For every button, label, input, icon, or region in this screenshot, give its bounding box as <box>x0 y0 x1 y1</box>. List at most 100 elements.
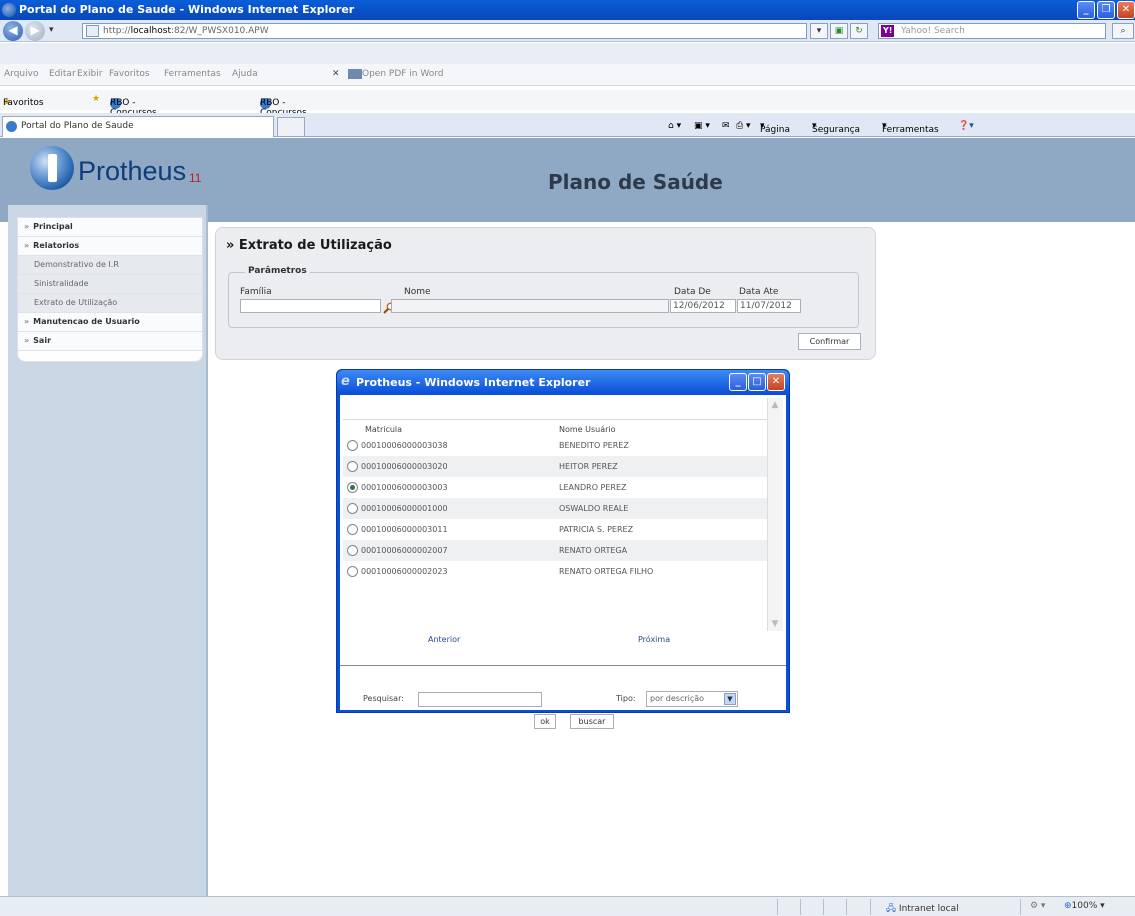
chevron-icon: » <box>24 222 30 231</box>
zoom-control[interactable]: ⊕100% ▾ <box>1064 901 1105 911</box>
close-button[interactable]: ✕ <box>1117 1 1135 19</box>
favorites-label: Favoritos <box>3 98 44 108</box>
search-icon[interactable]: ⌕ <box>1112 23 1134 39</box>
history-dropdown-icon[interactable]: ▾ <box>49 25 54 35</box>
sidebar-item-label: Sinistralidade <box>34 279 89 288</box>
forward-button[interactable]: ▶ <box>25 21 45 41</box>
sidebar-item-manutencao[interactable]: » Manutencao de Usuario <box>18 313 202 332</box>
zone-label: Intranet local <box>898 904 959 914</box>
data-ate-field[interactable]: 11/07/2012 <box>737 299 801 313</box>
data-ate-label: Data Ate <box>739 287 779 297</box>
sidebar-item-demonstrativo[interactable]: Demonstrativo de I.R <box>18 256 202 275</box>
feeds-icon[interactable]: ▣ ▾ <box>694 121 710 131</box>
radio-button[interactable] <box>347 566 358 577</box>
menu-exibir[interactable]: Exibir <box>77 69 102 79</box>
scrollbar[interactable]: ▲ ▼ <box>767 398 783 631</box>
next-page-link[interactable]: Próxima <box>638 635 670 644</box>
radio-button[interactable] <box>347 524 358 535</box>
menu-ajuda[interactable]: Ajuda <box>232 69 258 79</box>
help-icon[interactable]: ❓▾ <box>958 121 974 131</box>
cmd-ferramentas[interactable]: Ferramentas ▾ <box>882 121 939 135</box>
sidebar-item-sair[interactable]: » Sair <box>18 332 202 351</box>
radio-button[interactable] <box>347 545 358 556</box>
pesquisar-input[interactable] <box>418 692 542 707</box>
ie-icon: e <box>341 374 350 389</box>
buscar-button[interactable]: buscar <box>570 714 614 729</box>
radio-button[interactable] <box>347 440 358 451</box>
list-item[interactable]: 00010006000003038 BENEDITO PEREZ <box>343 435 767 456</box>
list-item[interactable]: 00010006000003020 HEITOR PEREZ <box>343 456 767 477</box>
status-divider <box>846 899 847 915</box>
intranet-zone: 🖧 Intranet local <box>886 901 959 916</box>
list-item[interactable]: 00010006000003003 LEANDRO PEREZ <box>343 477 767 498</box>
url-host: localhost <box>130 26 171 36</box>
open-pdf-word[interactable]: Open PDF in Word <box>362 69 444 79</box>
print-icon[interactable]: ⎙ ▾ <box>736 121 751 131</box>
menu-arquivo[interactable]: Arquivo <box>4 69 38 79</box>
prev-page-link[interactable]: Anterior <box>428 635 460 644</box>
ok-button[interactable]: ok <box>534 714 556 729</box>
panel-title: » Extrato de Utilização <box>226 238 392 253</box>
menu-favoritos[interactable]: Favoritos <box>109 69 150 79</box>
zoom-level: 100% <box>1071 901 1098 911</box>
popup-minimize-button[interactable]: _ <box>729 373 747 391</box>
sidebar-item-label: Relatorios <box>33 241 80 250</box>
tipo-select[interactable]: por descrição ▼ <box>646 691 738 707</box>
scroll-down-icon[interactable]: ▼ <box>768 619 782 629</box>
list-item[interactable]: 00010006000002023 RENATO ORTEGA FILHO <box>343 561 767 582</box>
chevron-down-icon: ▼ <box>724 693 736 705</box>
sidebar-item-sinistralidade[interactable]: Sinistralidade <box>18 275 202 294</box>
extrato-panel: » Extrato de Utilização Parâmetros Famíl… <box>215 227 876 360</box>
menu-ferramentas[interactable]: Ferramentas <box>164 69 221 79</box>
search-input[interactable]: Y! Yahoo! Search <box>878 23 1106 39</box>
new-tab-button[interactable] <box>277 117 305 136</box>
nome-label: Nome <box>404 287 431 297</box>
refresh-icon[interactable]: ↻ <box>850 23 868 39</box>
confirm-button[interactable]: Confirmar <box>798 333 861 350</box>
minimize-button[interactable]: _ <box>1077 1 1095 19</box>
status-divider <box>800 899 801 915</box>
radio-button-selected[interactable] <box>347 482 358 493</box>
ie-icon <box>2 3 16 17</box>
address-toolbar: ◀ ▶ ▾ http://localhost:82/W_PWSX010.APW … <box>0 20 1135 42</box>
familia-field[interactable] <box>240 299 381 313</box>
cmd-pagina-label: Página <box>760 125 790 135</box>
url-dropdown-icon[interactable]: ▾ <box>810 23 828 39</box>
sidebar-item-extrato[interactable]: Extrato de Utilização <box>18 294 202 313</box>
radio-button[interactable] <box>347 503 358 514</box>
restore-button[interactable]: ❐ <box>1097 1 1115 19</box>
sidebar-menu-footer <box>18 351 202 361</box>
cmd-seguranca-label: Segurança <box>812 125 861 135</box>
url-input[interactable]: http://localhost:82/W_PWSX010.APW <box>82 23 807 39</box>
radio-button[interactable] <box>347 461 358 472</box>
pesquisar-label: Pesquisar: <box>363 694 404 703</box>
tab-portal[interactable]: Portal do Plano de Saude <box>2 116 274 137</box>
cmd-seguranca[interactable]: Segurança ▾ <box>812 121 860 135</box>
data-de-field[interactable]: 12/06/2012 <box>670 299 736 313</box>
compatibility-icon[interactable]: ▣ <box>830 23 848 39</box>
add-favorite-icon[interactable]: ★ <box>92 94 100 104</box>
list-item[interactable]: 00010006000003011 PATRICIA S. PEREZ <box>343 519 767 540</box>
back-button[interactable]: ◀ <box>3 21 23 41</box>
sidebar-item-label: Demonstrativo de I.R <box>34 260 119 269</box>
mail-icon[interactable]: ✉ <box>722 121 730 131</box>
matricula-cell: 00010006000003011 <box>361 525 448 534</box>
protected-mode-icon[interactable]: ⚙ ▾ <box>1030 901 1045 911</box>
home-icon[interactable]: ⌂ ▾ <box>668 121 681 131</box>
close-toolbar-icon[interactable]: ✕ <box>332 69 340 79</box>
matricula-cell: 00010006000003038 <box>361 441 448 450</box>
list-item[interactable]: 00010006000002007 RENATO ORTEGA <box>343 540 767 561</box>
list-item[interactable]: 00010006000001000 OSWALDO REALE <box>343 498 767 519</box>
menu-editar[interactable]: Editar <box>49 69 76 79</box>
col-nome: Nome Usuário <box>559 425 616 434</box>
cmd-pagina[interactable]: Página ▾ <box>760 121 790 135</box>
cmd-ferramentas-label: Ferramentas <box>882 125 939 135</box>
sidebar-item-principal[interactable]: » Principal <box>18 218 202 237</box>
matricula-cell: 00010006000003003 <box>361 483 448 492</box>
chevron-icon: » <box>24 241 30 250</box>
popup-maximize-button[interactable]: □ <box>748 373 766 391</box>
status-divider <box>823 899 824 915</box>
sidebar-item-relatorios[interactable]: » Relatorios <box>18 237 202 256</box>
scroll-up-icon[interactable]: ▲ <box>768 400 782 410</box>
popup-close-button[interactable]: ✕ <box>767 373 785 391</box>
